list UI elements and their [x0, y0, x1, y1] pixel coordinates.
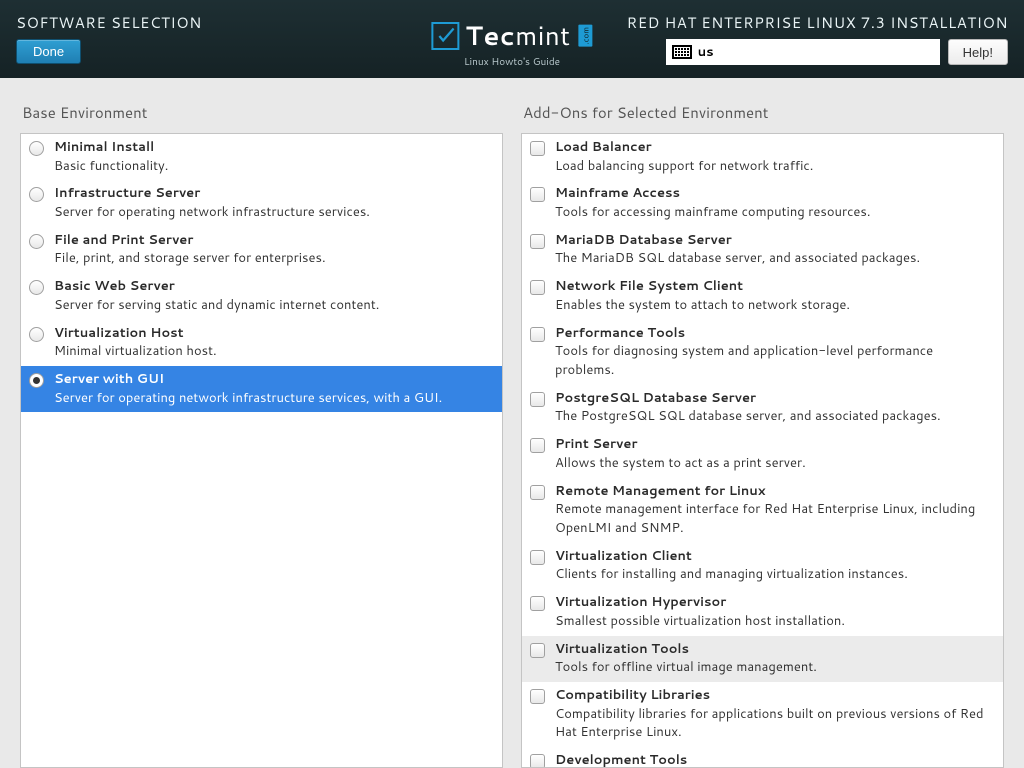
item-title: Print Server — [555, 436, 993, 454]
item-title: Remote Management for Linux — [555, 483, 993, 501]
checkbox-icon[interactable] — [530, 689, 545, 704]
addon-item[interactable]: Development Tools — [522, 747, 1003, 768]
item-title: Development Tools — [555, 752, 993, 768]
checkbox-icon[interactable] — [530, 643, 545, 658]
checkbox-icon[interactable] — [530, 187, 545, 202]
done-button[interactable]: Done — [16, 39, 81, 64]
content: Base Environment Minimal InstallBasic fu… — [0, 78, 1024, 768]
addon-item[interactable]: Load BalancerLoad balancing support for … — [522, 134, 1003, 180]
checkbox-icon[interactable] — [530, 754, 545, 768]
item-title: Compatibility Libraries — [555, 687, 993, 705]
checkbox-icon[interactable] — [530, 485, 545, 500]
item-desc: Tools for offline virtual image manageme… — [555, 658, 993, 677]
checkbox-icon[interactable] — [530, 327, 545, 342]
checkbox-icon[interactable] — [530, 596, 545, 611]
item-desc: Smallest possible virtualization host in… — [555, 612, 993, 631]
item-desc: Tools for diagnosing system and applicat… — [555, 342, 993, 380]
addon-item[interactable]: Print ServerAllows the system to act as … — [522, 431, 1003, 477]
addon-item[interactable]: Virtualization ClientClients for install… — [522, 543, 1003, 589]
installer-header: SOFTWARE SELECTION Done Tecmint .com Lin… — [0, 0, 1024, 78]
base-env-item[interactable]: File and Print ServerFile, print, and st… — [21, 227, 502, 273]
base-env-item[interactable]: Infrastructure ServerServer for operatin… — [21, 180, 502, 226]
item-title: Minimal Install — [54, 139, 492, 157]
item-title: Performance Tools — [555, 325, 993, 343]
item-desc: Clients for installing and managing virt… — [555, 565, 993, 584]
addon-item[interactable]: PostgreSQL Database ServerThe PostgreSQL… — [522, 385, 1003, 431]
header-right: RED HAT ENTERPRISE LINUX 7.3 INSTALLATIO… — [627, 12, 1008, 65]
base-env-column: Base Environment Minimal InstallBasic fu… — [20, 102, 503, 768]
item-desc: Remote management interface for Red Hat … — [555, 500, 993, 538]
radio-icon[interactable] — [29, 280, 44, 295]
base-env-list[interactable]: Minimal InstallBasic functionality.Infra… — [20, 133, 503, 768]
radio-icon[interactable] — [29, 327, 44, 342]
logo: Tecmint .com Linux Howto's Guide — [431, 18, 592, 69]
item-desc: The MariaDB SQL database server, and ass… — [555, 249, 993, 268]
radio-icon[interactable] — [29, 141, 44, 156]
logo-text: Tecmint — [465, 18, 570, 54]
screen-title: SOFTWARE SELECTION — [16, 12, 202, 33]
item-desc: File, print, and storage server for ente… — [54, 249, 492, 268]
item-title: Virtualization Host — [54, 325, 492, 343]
addon-item[interactable]: Virtualization HypervisorSmallest possib… — [522, 589, 1003, 635]
checkbox-icon[interactable] — [530, 550, 545, 565]
check-square-icon — [431, 22, 459, 50]
item-title: PostgreSQL Database Server — [555, 390, 993, 408]
base-env-item[interactable]: Basic Web ServerServer for serving stati… — [21, 273, 502, 319]
item-title: MariaDB Database Server — [555, 232, 993, 250]
checkbox-icon[interactable] — [530, 392, 545, 407]
checkbox-icon[interactable] — [530, 438, 545, 453]
base-env-item[interactable]: Server with GUIServer for operating netw… — [21, 366, 502, 412]
base-env-header: Base Environment — [20, 102, 503, 123]
item-desc: Server for operating network infrastruct… — [54, 203, 492, 222]
radio-icon[interactable] — [29, 234, 44, 249]
item-desc: Enables the system to attach to network … — [555, 296, 993, 315]
item-desc: Basic functionality. — [54, 157, 492, 176]
item-title: Virtualization Tools — [555, 641, 993, 659]
item-desc: Allows the system to act as a print serv… — [555, 454, 993, 473]
addon-item[interactable]: MariaDB Database ServerThe MariaDB SQL d… — [522, 227, 1003, 273]
item-title: Virtualization Client — [555, 548, 993, 566]
radio-icon[interactable] — [29, 373, 44, 388]
item-title: Network File System Client — [555, 278, 993, 296]
item-title: Load Balancer — [555, 139, 993, 157]
item-desc: Tools for accessing mainframe computing … — [555, 203, 993, 222]
addons-header: Add-Ons for Selected Environment — [521, 102, 1004, 123]
addons-list[interactable]: Load BalancerLoad balancing support for … — [521, 133, 1004, 768]
checkbox-icon[interactable] — [530, 280, 545, 295]
keyboard-icon — [672, 45, 692, 59]
item-title: File and Print Server — [54, 232, 492, 250]
addon-item[interactable]: Mainframe AccessTools for accessing main… — [522, 180, 1003, 226]
addons-column: Add-Ons for Selected Environment Load Ba… — [521, 102, 1004, 768]
product-title: RED HAT ENTERPRISE LINUX 7.3 INSTALLATIO… — [627, 12, 1008, 33]
checkbox-icon[interactable] — [530, 234, 545, 249]
header-left: SOFTWARE SELECTION Done — [16, 12, 202, 64]
addon-item[interactable]: Remote Management for LinuxRemote manage… — [522, 478, 1003, 543]
help-button[interactable]: Help! — [948, 39, 1008, 65]
item-desc: The PostgreSQL SQL database server, and … — [555, 407, 993, 426]
keyboard-layout-label: us — [698, 43, 714, 61]
addon-item[interactable]: Compatibility LibrariesCompatibility lib… — [522, 682, 1003, 747]
addon-item[interactable]: Virtualization ToolsTools for offline vi… — [522, 636, 1003, 682]
item-title: Virtualization Hypervisor — [555, 594, 993, 612]
item-desc: Compatibility libraries for applications… — [555, 705, 993, 743]
item-desc: Minimal virtualization host. — [54, 342, 492, 361]
item-title: Server with GUI — [54, 371, 492, 389]
item-title: Basic Web Server — [54, 278, 492, 296]
item-desc: Load balancing support for network traff… — [555, 157, 993, 176]
item-title: Mainframe Access — [555, 185, 993, 203]
radio-icon[interactable] — [29, 187, 44, 202]
checkbox-icon[interactable] — [530, 141, 545, 156]
item-desc: Server for serving static and dynamic in… — [54, 296, 492, 315]
item-title: Infrastructure Server — [54, 185, 492, 203]
logo-tagline: Linux Howto's Guide — [464, 55, 560, 69]
item-desc: Server for operating network infrastruct… — [54, 389, 492, 408]
base-env-item[interactable]: Minimal InstallBasic functionality. — [21, 134, 502, 180]
logo-com: .com — [579, 25, 593, 47]
base-env-item[interactable]: Virtualization HostMinimal virtualizatio… — [21, 320, 502, 366]
addon-item[interactable]: Performance ToolsTools for diagnosing sy… — [522, 320, 1003, 385]
addon-item[interactable]: Network File System ClientEnables the sy… — [522, 273, 1003, 319]
keyboard-layout-indicator[interactable]: us — [666, 39, 940, 65]
